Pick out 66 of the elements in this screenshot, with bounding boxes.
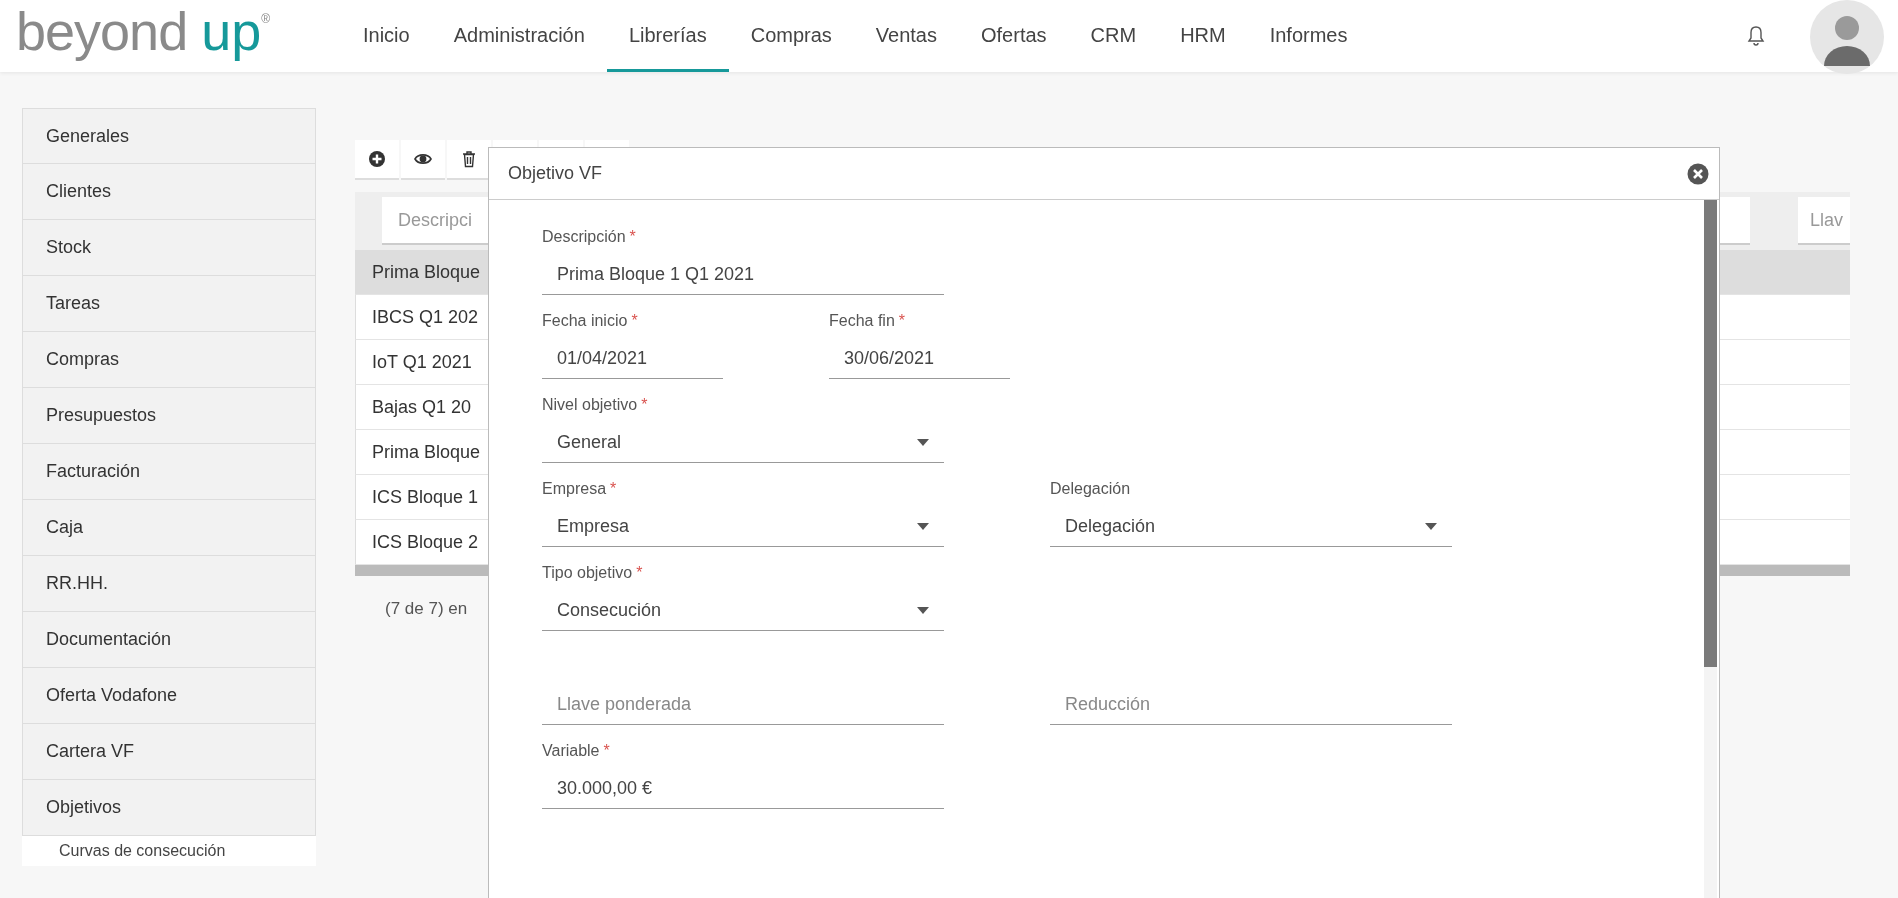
field-label: Delegación [1050, 480, 1131, 497]
required-asterisk: * [641, 396, 648, 413]
caret-icon [1425, 523, 1437, 530]
scrollbar-thumb[interactable] [1704, 200, 1717, 667]
sidebar-item[interactable]: Clientes [22, 164, 316, 220]
field-label: Empresa [542, 480, 607, 497]
avatar[interactable] [1810, 0, 1884, 74]
field-label: Variable [542, 742, 600, 759]
field-label: Nivel objetivo [542, 396, 638, 413]
table-cell-text: IBCS Q1 202 [372, 305, 479, 329]
select-value: General [557, 431, 622, 454]
table-cell-text: IoT Q1 2021 [372, 350, 472, 374]
field-label: Fecha fin [829, 312, 895, 329]
sidebar-item[interactable]: RR.HH. [22, 556, 316, 612]
sidebar-item[interactable]: Caja [22, 500, 316, 556]
caret-icon [917, 607, 929, 614]
close-icon[interactable] [1687, 162, 1709, 185]
select-value: Delegación [1065, 515, 1156, 538]
select-value: Empresa [557, 515, 630, 538]
sidebar-item[interactable]: Presupuestos [22, 388, 316, 444]
select-value: Consecución [557, 599, 662, 622]
trash-icon [460, 150, 478, 168]
table-cell-text: Prima Bloque [372, 260, 481, 284]
sidebar-item[interactable]: Documentación [22, 612, 316, 668]
table-cell-text: ICS Bloque 1 [372, 485, 479, 509]
sidebar-item[interactable]: Facturación [22, 444, 316, 500]
caret-icon [917, 523, 929, 530]
toolbar-button[interactable] [447, 140, 491, 180]
filter-field[interactable]: Llav [1798, 197, 1850, 245]
required-asterisk: * [603, 742, 610, 759]
required-asterisk: * [631, 312, 638, 329]
nav-tab[interactable]: Compras [728, 0, 854, 72]
sidebar-item[interactable]: Compras [22, 332, 316, 388]
nav-tab[interactable]: Inicio [341, 0, 432, 72]
sidebar-item[interactable]: Generales [22, 108, 316, 164]
add-icon [368, 150, 386, 168]
pagination-text: (7 de 7) en [385, 599, 468, 618]
sidebar-item[interactable]: Objetivos [22, 780, 316, 836]
nav-tab[interactable]: HRM [1158, 0, 1248, 72]
table-cell-text: Prima Bloque [372, 440, 481, 464]
toolbar-button[interactable] [355, 140, 399, 180]
caret-icon [917, 439, 929, 446]
sidebar-item[interactable]: Cartera VF [22, 724, 316, 780]
required-asterisk: * [629, 228, 636, 245]
field-label: Fecha inicio [542, 312, 628, 329]
nav-tab[interactable]: CRM [1068, 0, 1159, 72]
nav-tab[interactable]: Administración [431, 0, 607, 72]
table-cell-text: Bajas Q1 20 [372, 395, 472, 419]
nav-tab[interactable]: Ofertas [959, 0, 1069, 72]
field-label: Descripción [542, 228, 626, 245]
nav-tab[interactable]: Librerías [606, 0, 729, 72]
registered-mark: ® [261, 11, 271, 26]
field-label: Tipo objetivo [542, 564, 633, 581]
required-asterisk: * [610, 480, 617, 497]
dialog-title: Objetivo VF [508, 162, 603, 185]
required-asterisk: * [636, 564, 643, 581]
bell-icon[interactable] [1747, 25, 1765, 47]
sidebar-item[interactable]: Tareas [22, 276, 316, 332]
sidebar-item[interactable]: Stock [22, 220, 316, 276]
nav-tab[interactable]: Ventas [853, 0, 959, 72]
nav-tab[interactable]: Informes [1247, 0, 1370, 72]
sidebar-subitem[interactable]: Curvas de consecución [22, 836, 316, 866]
table-cell-text: ICS Bloque 2 [372, 530, 479, 554]
toolbar-button[interactable] [401, 140, 445, 180]
required-asterisk: * [898, 312, 906, 329]
sidebar-item[interactable]: Oferta Vodafone [22, 668, 316, 724]
